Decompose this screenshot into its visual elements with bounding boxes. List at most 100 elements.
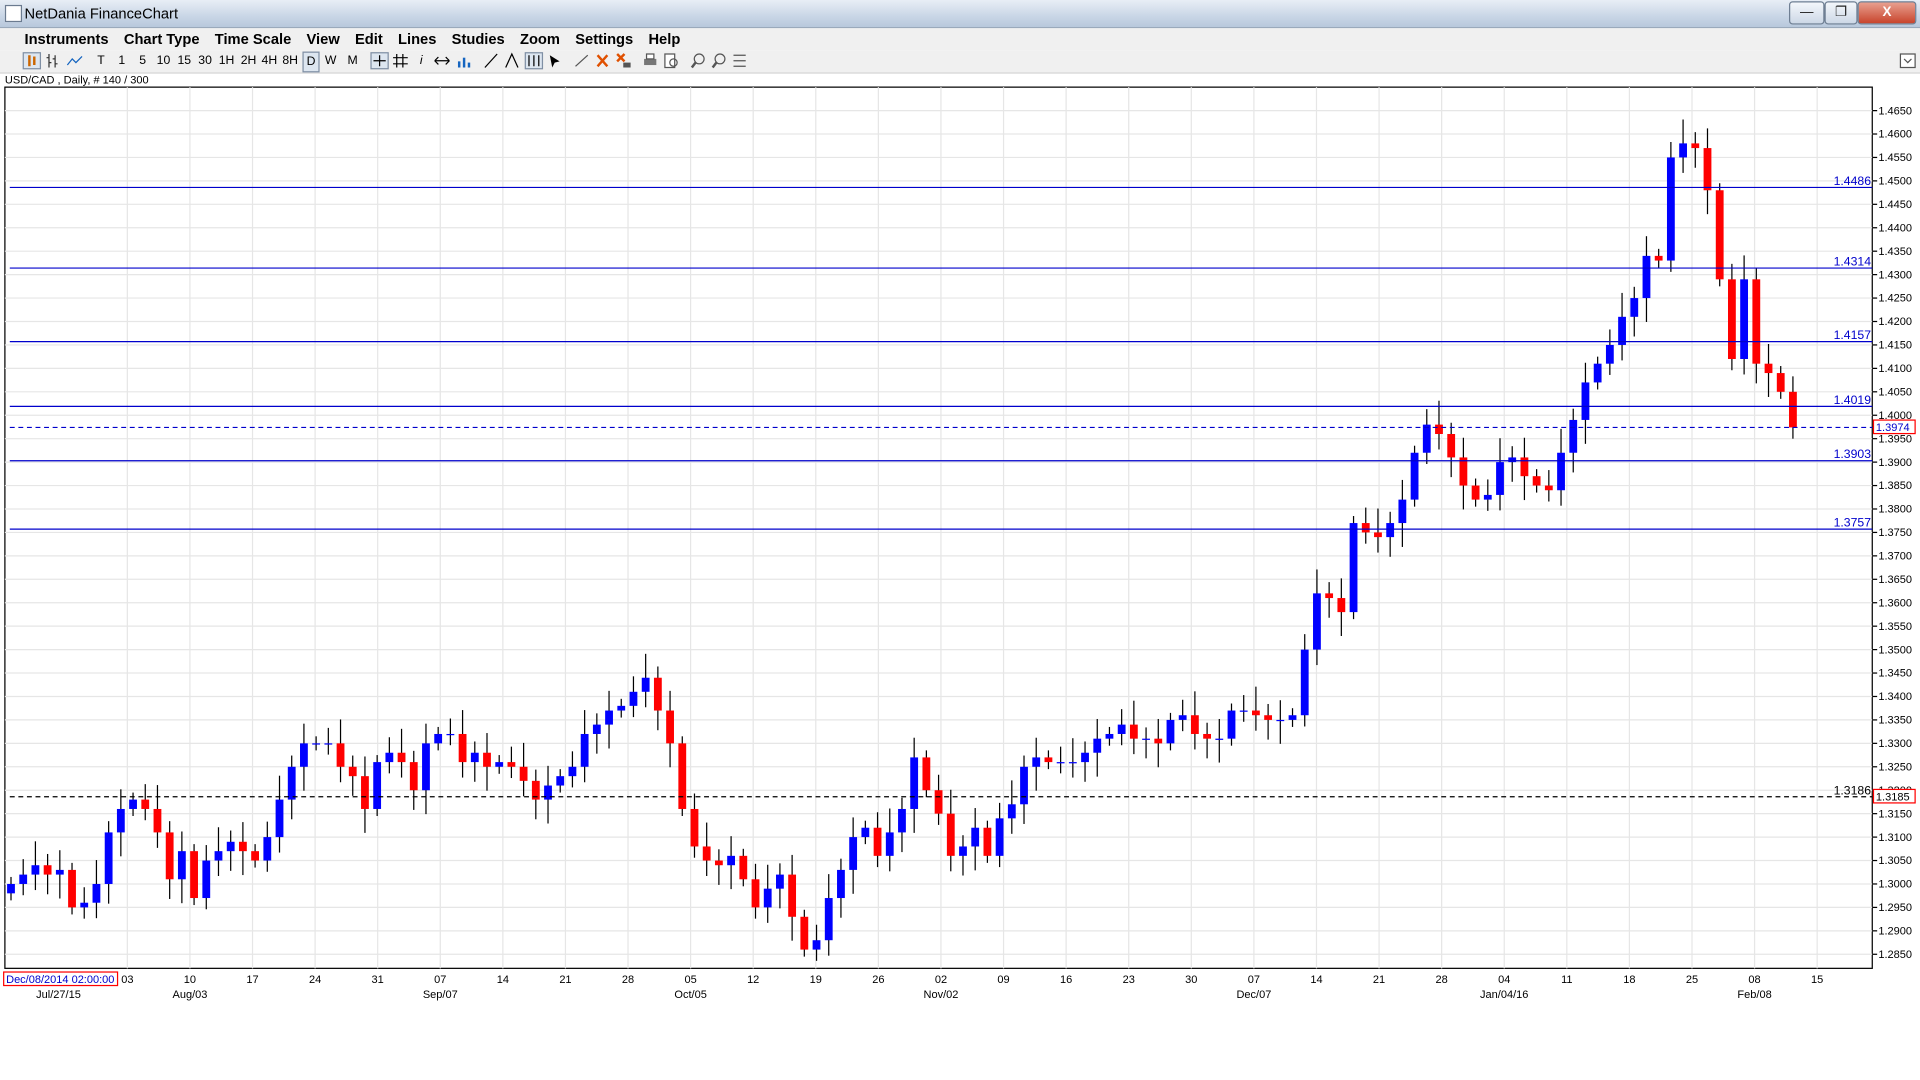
volume-icon[interactable] <box>456 52 473 70</box>
candle-up <box>1642 255 1651 299</box>
candle-up <box>275 799 284 838</box>
candle-up <box>1630 298 1639 317</box>
tf-5min[interactable]: 5 <box>137 52 148 70</box>
symbol-label: USD/CAD , Daily, # 140 / 300 <box>4 73 149 86</box>
zoom-out-icon[interactable] <box>710 52 727 70</box>
menu-lines[interactable]: Lines <box>393 28 441 48</box>
close-button[interactable]: X <box>1857 1 1917 25</box>
delete-icon[interactable] <box>594 52 611 70</box>
zoom-in-icon[interactable] <box>689 52 706 70</box>
menu-help[interactable]: Help <box>644 28 686 48</box>
candle-down <box>1471 485 1480 500</box>
x-tick-label: 09 <box>997 974 1009 986</box>
grid-icon[interactable] <box>392 52 409 70</box>
menu-zoom[interactable]: Zoom <box>515 28 565 48</box>
cursor-icon[interactable] <box>546 52 563 70</box>
level-label: 1.4157 <box>1834 328 1872 342</box>
candle-up <box>1740 279 1749 359</box>
candle-down <box>690 808 699 847</box>
x-month-label: Nov/02 <box>924 989 959 1001</box>
bar-chart-icon[interactable] <box>22 52 42 70</box>
scroll-icon[interactable] <box>433 52 450 70</box>
x-month-label: Oct/05 <box>674 989 706 1001</box>
candle-up <box>1007 804 1016 819</box>
y-tick-label: 1.3900 <box>1878 457 1912 469</box>
channel-icon[interactable] <box>524 52 544 70</box>
tf-8h[interactable]: 8H <box>282 52 299 70</box>
candle-up <box>849 837 858 870</box>
tf-30min[interactable]: 30 <box>197 52 213 70</box>
candle-up <box>1142 738 1150 740</box>
y-tick-label: 1.4300 <box>1878 269 1912 281</box>
candle-up <box>1398 499 1407 524</box>
y-tick-label: 1.3450 <box>1878 668 1912 680</box>
menu-bar: Instruments Chart Type Time Scale View E… <box>0 28 1920 51</box>
candle-down <box>739 855 748 880</box>
x-tick-label: 28 <box>1436 974 1448 986</box>
minimize-button[interactable]: — <box>1788 1 1825 25</box>
menu-studies[interactable]: Studies <box>447 28 510 48</box>
menu-time-scale[interactable]: Time Scale <box>210 28 296 48</box>
draw-line-icon[interactable] <box>573 52 590 70</box>
tf-tick[interactable]: T <box>96 52 107 70</box>
candle-down <box>751 879 760 908</box>
candle-up <box>1496 462 1504 495</box>
y-tick-label: 1.3300 <box>1878 738 1912 750</box>
candle-up <box>1410 452 1419 500</box>
ohlc-icon[interactable] <box>44 52 61 70</box>
candle-up <box>1288 715 1297 720</box>
print-icon[interactable] <box>642 52 659 70</box>
candle-up <box>605 710 613 725</box>
candle-up <box>434 733 443 744</box>
menu-chart-type[interactable]: Chart Type <box>119 28 204 48</box>
x-tick-label: 19 <box>810 974 822 986</box>
candle-up <box>1117 724 1126 734</box>
menu-view[interactable]: View <box>302 28 345 48</box>
candle-down <box>1435 424 1443 434</box>
trendline-icon[interactable] <box>482 52 499 70</box>
y-tick-label: 1.4150 <box>1878 340 1912 352</box>
tf-weekly[interactable]: W <box>323 52 338 70</box>
y-tick-label: 1.2850 <box>1878 949 1912 961</box>
price-chart[interactable]: 1.2850 1.2900 1.2950 1.3000 1.3050 1.3100 1.31… <box>0 86 1920 1068</box>
window-title: NetDania FinanceChart <box>24 4 179 23</box>
stage: NetDania FinanceChart — ❐ X Instruments … <box>0 0 1920 1080</box>
reference-label-right: 1.3185 <box>1876 791 1910 803</box>
candle-down <box>153 808 162 833</box>
candle-down <box>1129 724 1138 739</box>
delete-all-icon[interactable] <box>615 52 632 70</box>
tf-monthly[interactable]: M <box>345 52 360 70</box>
crosshair-icon[interactable] <box>370 52 390 70</box>
maximize-button[interactable]: ❐ <box>1824 1 1858 25</box>
menu-edit[interactable]: Edit <box>350 28 388 48</box>
candle-down <box>714 860 723 866</box>
x-tick-label: 11 <box>1561 974 1572 986</box>
candle-up <box>446 733 455 736</box>
candle-up <box>837 869 845 899</box>
candle-down <box>983 827 992 856</box>
menu-settings[interactable]: Settings <box>570 28 638 48</box>
candle-down <box>1764 363 1773 374</box>
level-label: 1.4314 <box>1834 255 1872 269</box>
info-icon[interactable]: i <box>416 52 426 70</box>
tf-1h[interactable]: 1H <box>218 52 235 70</box>
tf-4h[interactable]: 4H <box>261 52 278 70</box>
zoom-fit-icon[interactable] <box>731 52 748 70</box>
line-chart-icon[interactable] <box>66 52 83 70</box>
candle-up <box>776 874 784 889</box>
y-tick-label: 1.4550 <box>1878 152 1912 164</box>
tf-daily[interactable]: D <box>302 51 320 73</box>
preview-icon[interactable] <box>662 52 679 70</box>
tf-10min[interactable]: 10 <box>156 52 172 70</box>
menu-instruments[interactable]: Instruments <box>20 28 114 48</box>
candle-down <box>922 757 931 791</box>
candle-up <box>177 851 186 880</box>
panel-toggle-icon[interactable] <box>1899 52 1916 70</box>
candle-up <box>629 691 638 706</box>
candle-up <box>7 883 15 894</box>
fibonacci-icon[interactable] <box>503 52 520 70</box>
candle-down <box>1703 148 1712 191</box>
tf-2h[interactable]: 2H <box>240 52 257 70</box>
tf-1min[interactable]: 1 <box>116 52 127 70</box>
tf-15min[interactable]: 15 <box>176 52 192 70</box>
